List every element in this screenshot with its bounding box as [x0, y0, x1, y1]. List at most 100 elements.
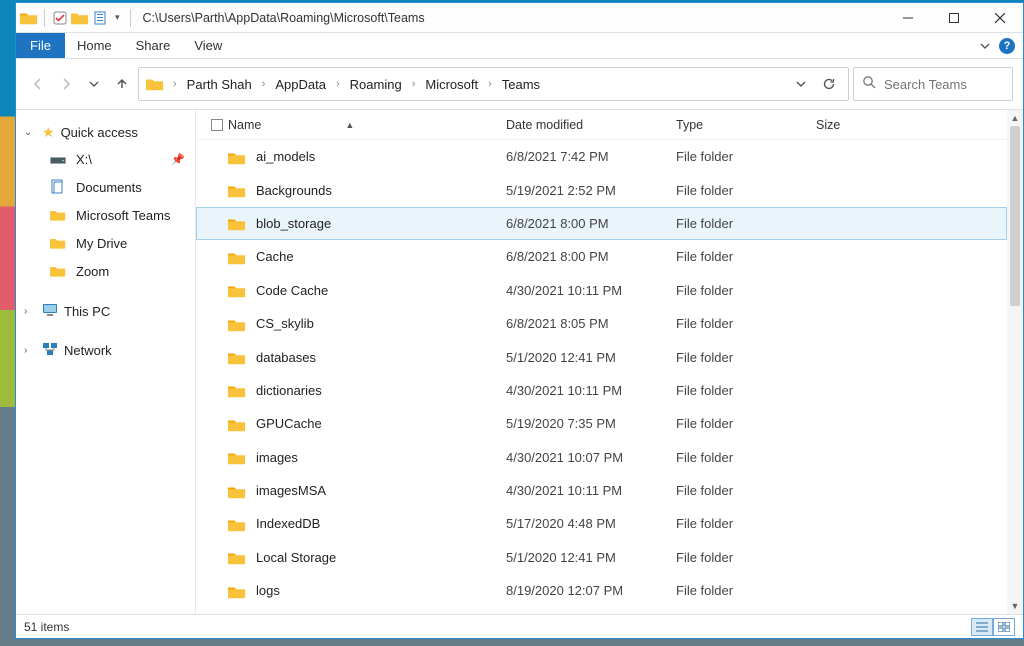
file-date: 4/30/2021 10:11 PM: [506, 283, 676, 298]
nav-recent-dropdown[interactable]: [82, 70, 106, 98]
file-name: dictionaries: [256, 383, 322, 398]
column-type[interactable]: Type: [676, 118, 816, 132]
vertical-scrollbar[interactable]: ▲ ▼: [1007, 110, 1023, 614]
app-folder-icon: [20, 9, 38, 27]
scroll-track[interactable]: [1007, 126, 1023, 598]
refresh-button[interactable]: [816, 71, 842, 97]
file-date: 4/30/2021 10:11 PM: [506, 383, 676, 398]
search-input[interactable]: [884, 77, 1004, 92]
sidebar-item-zoom[interactable]: Zoom: [16, 257, 195, 285]
sidebar-quick-access[interactable]: ⌄ ★ Quick access: [16, 120, 195, 145]
file-date: 6/8/2021 8:00 PM: [506, 216, 676, 231]
qat-checkbox-icon[interactable]: [51, 9, 69, 27]
network-icon: [42, 342, 58, 359]
explorer-window: ▾ C:\Users\Parth\AppData\Roaming\Microso…: [15, 2, 1024, 639]
table-row[interactable]: Code Cache4/30/2021 10:11 PMFile folder: [196, 274, 1007, 307]
scroll-thumb[interactable]: [1010, 126, 1020, 306]
qat-dropdown-icon[interactable]: ▾: [111, 12, 124, 23]
sidebar-item-label: Microsoft Teams: [76, 208, 170, 223]
table-row[interactable]: blob_storage6/8/2021 8:00 PMFile folder: [196, 207, 1007, 240]
address-bar[interactable]: › Parth Shah › AppData › Roaming › Micro…: [138, 67, 849, 101]
sidebar-quick-access-label: Quick access: [61, 125, 138, 140]
chevron-right-icon[interactable]: ›: [482, 78, 498, 90]
column-name[interactable]: Name▲: [228, 118, 506, 132]
qat-properties-icon[interactable]: [91, 9, 109, 27]
table-row[interactable]: logs8/19/2020 12:07 PMFile folder: [196, 574, 1007, 607]
table-row[interactable]: CS_skylib6/8/2021 8:05 PMFile folder: [196, 307, 1007, 340]
table-row[interactable]: Cache6/8/2021 8:00 PMFile folder: [196, 240, 1007, 273]
chevron-right-icon[interactable]: ›: [167, 78, 183, 90]
sidebar-item-label: Documents: [76, 180, 142, 195]
nav-back-button[interactable]: [26, 70, 50, 98]
file-name: logs: [256, 583, 280, 598]
table-row[interactable]: GPUCache5/19/2020 7:35 PMFile folder: [196, 407, 1007, 440]
menu-home[interactable]: Home: [65, 33, 124, 58]
breadcrumb-segment[interactable]: Microsoft: [423, 77, 480, 92]
nav-up-button[interactable]: [110, 70, 134, 98]
status-item-count: 51 items: [24, 620, 69, 634]
close-button[interactable]: [977, 3, 1023, 33]
file-date: 5/19/2021 2:52 PM: [506, 183, 676, 198]
sidebar-item-documents[interactable]: Documents: [16, 173, 195, 201]
maximize-button[interactable]: [931, 3, 977, 33]
monitor-icon: [42, 303, 58, 320]
breadcrumb-segment[interactable]: AppData: [273, 77, 328, 92]
file-name: blob_storage: [256, 216, 331, 231]
chevron-right-icon[interactable]: ›: [406, 78, 422, 90]
table-row[interactable]: Local Storage5/1/2020 12:41 PMFile folde…: [196, 541, 1007, 574]
chevron-right-icon[interactable]: ›: [330, 78, 346, 90]
file-type: File folder: [676, 516, 816, 531]
file-date: 5/1/2020 12:41 PM: [506, 350, 676, 365]
file-type: File folder: [676, 383, 816, 398]
menu-file[interactable]: File: [16, 33, 65, 58]
column-size[interactable]: Size: [816, 118, 916, 132]
sidebar-network[interactable]: › Network: [16, 338, 195, 363]
sidebar-item-teams[interactable]: Microsoft Teams: [16, 201, 195, 229]
minimize-button[interactable]: [885, 3, 931, 33]
qat-separator: [44, 9, 45, 27]
folder-icon: [228, 317, 246, 331]
column-date[interactable]: Date modified: [506, 118, 676, 132]
table-row[interactable]: dictionaries 4/30/2021 10:11 PMFile folde…: [196, 374, 1007, 407]
chevron-right-icon[interactable]: ›: [256, 78, 272, 90]
scroll-down-icon[interactable]: ▼: [1007, 598, 1023, 614]
column-headers: Name▲ Date modified Type Size: [196, 110, 1007, 140]
folder-icon: [228, 216, 246, 230]
file-type: File folder: [676, 450, 816, 465]
thumbnails-view-button[interactable]: [993, 618, 1015, 636]
scroll-up-icon[interactable]: ▲: [1007, 110, 1023, 126]
file-name: imagesMSA: [256, 483, 326, 498]
menu-share[interactable]: Share: [124, 33, 183, 58]
help-icon[interactable]: ?: [999, 38, 1015, 54]
search-box[interactable]: [853, 67, 1013, 101]
folder-icon: [228, 283, 246, 297]
file-type: File folder: [676, 316, 816, 331]
breadcrumb-segment[interactable]: Teams: [500, 77, 542, 92]
sidebar-this-pc[interactable]: › This PC: [16, 299, 195, 324]
folder-icon: [228, 417, 246, 431]
folder-icon: [228, 383, 246, 397]
table-row[interactable]: ai_models6/8/2021 7:42 PMFile folder: [196, 140, 1007, 173]
breadcrumb-segment[interactable]: Parth Shah: [185, 77, 254, 92]
breadcrumb-segment[interactable]: Roaming: [348, 77, 404, 92]
ribbon-expand-icon[interactable]: [979, 40, 991, 52]
search-icon: [862, 75, 876, 94]
details-view-button[interactable]: [971, 618, 993, 636]
table-row[interactable]: IndexedDB5/17/2020 4:48 PMFile folder: [196, 507, 1007, 540]
qat-separator-2: [130, 9, 131, 27]
sidebar-item-label: Zoom: [76, 264, 109, 279]
menu-view[interactable]: View: [182, 33, 234, 58]
table-row[interactable]: images4/30/2021 10:07 PMFile folder: [196, 441, 1007, 474]
content-area: Name▲ Date modified Type Size ai_models6…: [196, 110, 1023, 614]
select-all-checkbox[interactable]: [206, 119, 228, 131]
table-row[interactable]: imagesMSA4/30/2021 10:11 PMFile folder: [196, 474, 1007, 507]
sidebar-item-mydrive[interactable]: My Drive: [16, 229, 195, 257]
nav-forward-button[interactable]: [54, 70, 78, 98]
address-dropdown-icon[interactable]: [788, 71, 814, 97]
sidebar-item-xdrive[interactable]: X:\ 📌: [16, 145, 195, 173]
qat-folder-icon[interactable]: [71, 9, 89, 27]
table-row[interactable]: Backgrounds5/19/2021 2:52 PMFile folder: [196, 173, 1007, 206]
file-type: File folder: [676, 416, 816, 431]
table-row[interactable]: databases5/1/2020 12:41 PMFile folder: [196, 340, 1007, 373]
file-name: GPUCache: [256, 416, 322, 431]
